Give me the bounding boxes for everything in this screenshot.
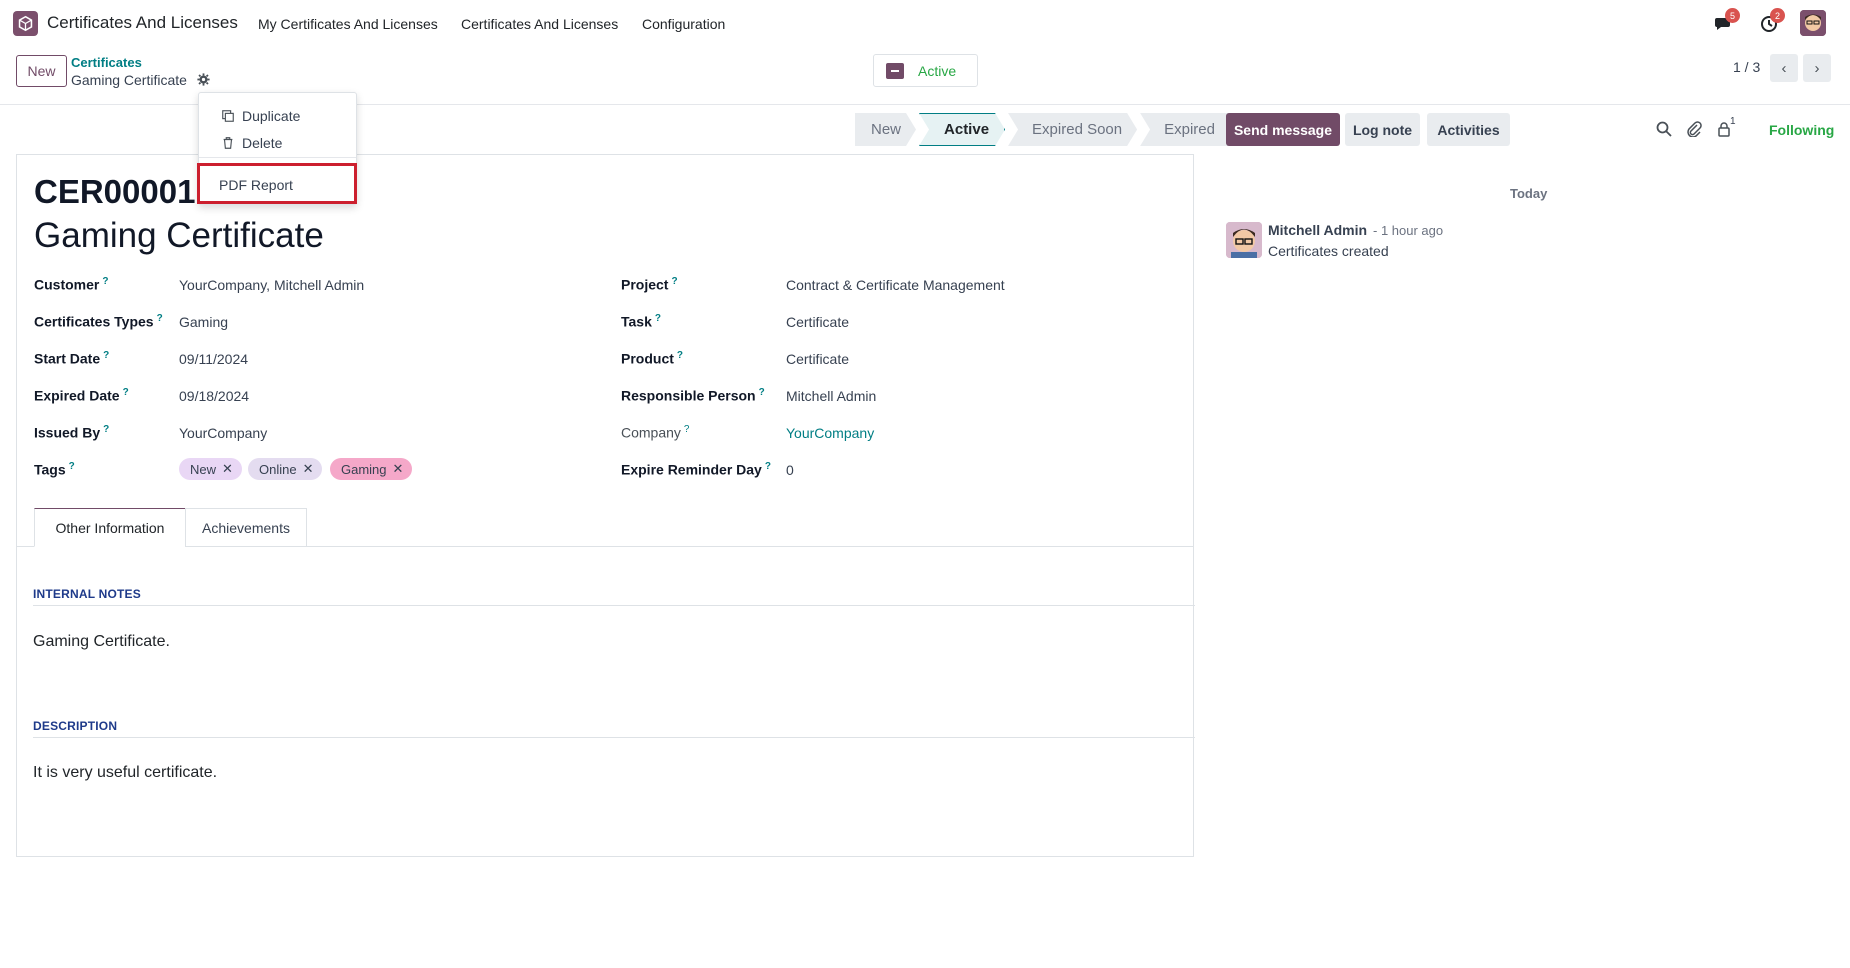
pager-value[interactable]: 1 / 3 [1733,59,1760,75]
activities-button[interactable]: Activities [1427,113,1510,146]
description-text[interactable]: It is very useful certificate. [33,764,217,782]
stage-active[interactable]: Active [919,113,1005,146]
project-field[interactable]: Contract & Certificate Management [786,277,1005,293]
message-time: - 1 hour ago [1373,223,1444,238]
expire-reminder-day-label: Expire Reminder Day? [621,461,771,478]
start-date-label: Start Date? [34,350,110,367]
search-icon[interactable] [1656,121,1672,137]
task-label: Task? [621,313,661,330]
breadcrumb-certificates[interactable]: Certificates [71,55,142,70]
product-field[interactable]: Certificate [786,351,849,367]
gear-icon[interactable] [197,73,210,86]
duplicate-menu-item[interactable]: Duplicate [199,103,356,129]
tag-gaming[interactable]: Gaming ✕ [330,458,413,480]
dropdown-divider [199,157,356,158]
archive-box-icon [886,62,904,79]
tag-new[interactable]: New ✕ [179,458,242,480]
menu-my-certificates[interactable]: My Certificates And Licenses [258,16,438,32]
app-logo-icon[interactable] [13,11,38,36]
copy-icon [222,110,234,122]
pdf-report-highlight-box [197,163,357,204]
expire-reminder-day-field[interactable]: 0 [786,462,794,478]
breadcrumb-current-record: Gaming Certificate [71,72,187,88]
remove-tag-icon[interactable]: ✕ [222,461,233,477]
tag-online[interactable]: Online ✕ [248,458,323,480]
following-button[interactable]: Following [1769,122,1834,138]
expired-date-label: Expired Date? [34,387,129,404]
description-heading: DESCRIPTION [33,719,118,733]
followers-count: 1 [1730,116,1736,127]
responsible-person-label: Responsible Person? [621,387,765,404]
paperclip-icon[interactable] [1686,121,1702,138]
project-label: Project? [621,276,678,293]
issued-by-field[interactable]: YourCompany [179,425,267,441]
activities-clock-icon[interactable]: 2 [1759,8,1785,34]
messages-badge: 5 [1725,8,1740,23]
stage-expired-soon[interactable]: Expired Soon [1008,113,1137,146]
certificate-type-label: Certificates Types? [34,313,163,330]
app-name[interactable]: Certificates And Licenses [47,13,238,33]
activities-badge: 2 [1770,8,1785,23]
tab-other-information[interactable]: Other Information [34,508,186,547]
top-navbar: Certificates And Licenses My Certificate… [0,0,1850,46]
chevron-right-icon: › [1814,59,1820,77]
product-label: Product? [621,350,683,367]
followers-button[interactable]: 1 [1716,116,1744,137]
message-body: Certificates created [1268,243,1389,259]
tags-label: Tags? [34,461,75,478]
log-note-button[interactable]: Log note [1345,113,1420,146]
remove-tag-icon[interactable]: ✕ [393,461,404,477]
pager-next-button[interactable]: › [1803,54,1831,82]
task-field[interactable]: Certificate [786,314,849,330]
description-divider [33,737,1195,738]
responsible-person-field[interactable]: Mitchell Admin [786,388,876,404]
send-message-button[interactable]: Send message [1226,113,1340,146]
customer-field[interactable]: YourCompany, Mitchell Admin [179,277,364,293]
internal-notes-divider [33,605,1195,606]
day-separator: Today [1510,186,1548,201]
active-label: Active [918,62,957,79]
menu-certificates-and-licenses[interactable]: Certificates And Licenses [461,16,618,32]
message-author[interactable]: Mitchell Admin [1268,222,1367,238]
internal-notes-heading: INTERNAL NOTES [33,587,141,601]
remove-tag-icon[interactable]: ✕ [303,461,314,477]
stage-expired[interactable]: Expired [1140,113,1233,146]
messages-icon[interactable]: 5 [1714,8,1740,34]
company-field[interactable]: YourCompany [786,425,874,441]
start-date-field[interactable]: 09/11/2024 [179,351,248,367]
expired-date-field[interactable]: 09/18/2024 [179,388,249,404]
status-bar: New Active Expired Soon Expired [855,113,1236,146]
record-name[interactable]: Gaming Certificate [34,216,324,256]
company-label: Company? [621,424,690,441]
record-reference: CER00001 [34,173,196,210]
internal-notes-text[interactable]: Gaming Certificate. [33,633,170,651]
delete-menu-item[interactable]: Delete [199,130,356,156]
form-sheet: CER00001 Gaming Certificate Customer? Yo… [16,154,1195,857]
chevron-left-icon: ‹ [1781,59,1787,77]
user-avatar[interactable] [1800,10,1826,36]
message-author-avatar [1226,222,1262,258]
tab-achievements[interactable]: Achievements [185,508,307,547]
trash-icon [223,137,233,149]
active-smart-button[interactable]: Active [873,54,978,87]
pager-previous-button[interactable]: ‹ [1770,54,1798,82]
issued-by-label: Issued By? [34,424,110,441]
certificate-type-field[interactable]: Gaming [179,314,228,330]
new-record-button[interactable]: New [16,55,67,87]
stage-new[interactable]: New [855,113,916,146]
menu-configuration[interactable]: Configuration [642,16,725,32]
customer-label: Customer? [34,276,109,293]
